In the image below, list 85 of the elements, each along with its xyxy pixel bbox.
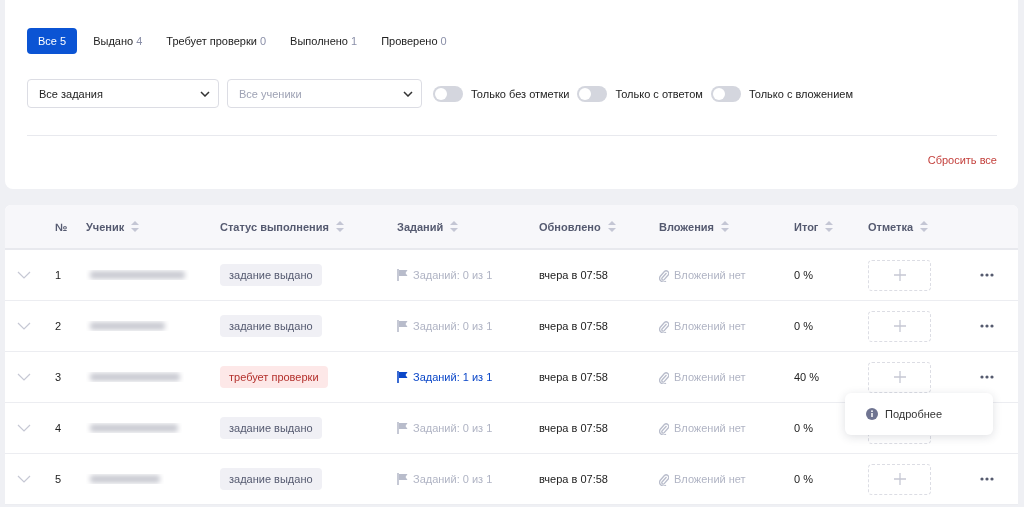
row-number: 3 (55, 371, 63, 383)
sort-icon (920, 221, 929, 232)
attachments-text: Вложений нет (674, 320, 746, 332)
row-number: 5 (55, 473, 63, 485)
row-number: 2 (55, 320, 63, 332)
updated-time: вчера в 07:58 (539, 269, 609, 281)
add-grade-button[interactable] (868, 259, 931, 291)
chevron-down-icon (403, 90, 413, 97)
reset-link[interactable]: Сбросить все (927, 154, 997, 166)
column-header[interactable]: Итог (794, 220, 819, 233)
updated-time: вчера в 07:58 (539, 371, 609, 383)
attachments-text: Вложений нет (674, 371, 746, 383)
toggle-switch[interactable] (710, 85, 741, 102)
chevron-down-icon[interactable] (17, 271, 31, 279)
total-score: 40 % (794, 371, 821, 383)
row-number: 4 (55, 422, 63, 434)
column-header[interactable]: Отметка (868, 220, 914, 233)
filter-tab[interactable]: Все 5 (27, 28, 78, 54)
attachments-text: Вложений нет (674, 473, 746, 485)
status-badge: задание выдано (220, 417, 322, 439)
paperclip-icon (659, 421, 669, 435)
column-header[interactable]: Заданий (397, 220, 444, 233)
column-header[interactable]: Статус выполнения (220, 220, 329, 233)
status-badge: задание выдано (220, 315, 322, 337)
add-grade-button[interactable] (868, 463, 931, 495)
status-badge: требует проверки (220, 366, 328, 388)
total-score: 0 % (794, 269, 814, 281)
attachments-text: Вложений нет (674, 422, 746, 434)
more-icon[interactable] (980, 477, 994, 481)
column-header[interactable]: Вложения (659, 220, 714, 233)
toggle-label: Только с вложением (748, 87, 853, 100)
toggle-switch[interactable] (577, 85, 608, 102)
updated-time: вчера в 07:58 (539, 320, 609, 332)
column-header: № (55, 220, 69, 233)
paperclip-icon (659, 319, 669, 333)
sort-icon (131, 221, 140, 232)
more-icon[interactable] (980, 375, 994, 379)
more-icon[interactable] (980, 324, 994, 328)
column-header[interactable]: Ученик (86, 220, 125, 233)
filter-tab[interactable]: Проверено 0 (373, 28, 455, 54)
tasks-count: Заданий: 0 из 1 (413, 320, 493, 332)
plus-icon (893, 473, 906, 485)
column-header[interactable]: Обновлено (539, 220, 601, 233)
updated-time: вчера в 07:58 (539, 473, 609, 485)
plus-icon (893, 371, 906, 383)
status-badge: задание выдано (220, 468, 322, 490)
menu-label: Подробнее (885, 408, 943, 420)
paperclip-icon (659, 370, 669, 384)
tasks-count: Заданий: 0 из 1 (413, 269, 493, 281)
total-score: 0 % (794, 320, 814, 332)
plus-icon (893, 320, 906, 332)
chevron-down-icon[interactable] (17, 373, 31, 381)
chevron-down-icon[interactable] (17, 475, 31, 483)
add-grade-button[interactable] (868, 361, 931, 393)
total-score: 0 % (794, 422, 814, 434)
toggle-label: Только без отметки (471, 87, 570, 100)
attachments-text: Вложений нет (674, 269, 746, 281)
task-select[interactable]: Все задания (27, 79, 219, 108)
toggle-switch[interactable] (433, 85, 463, 102)
filter-tab[interactable]: Выполнено 1 (282, 28, 366, 54)
total-score: 0 % (794, 473, 814, 485)
sort-icon (720, 221, 729, 232)
tasks-count: Заданий: 0 из 1 (413, 422, 493, 434)
toggle-label: Только с ответом (615, 87, 703, 100)
tasks-count[interactable]: Заданий: 1 из 1 (413, 371, 493, 383)
chevron-down-icon[interactable] (17, 322, 31, 330)
filter-tab[interactable]: Выдано 4 (85, 28, 151, 54)
paperclip-icon (659, 472, 669, 486)
row-number: 1 (55, 269, 63, 281)
menu-item[interactable]: Подробнее (845, 408, 964, 420)
status-badge: задание выдано (220, 264, 322, 286)
add-grade-button[interactable] (868, 310, 931, 342)
info-icon (866, 408, 878, 420)
chevron-down-icon (200, 90, 210, 97)
chevron-down-icon[interactable] (17, 424, 31, 432)
sort-icon (607, 221, 616, 232)
more-icon[interactable] (980, 273, 994, 277)
tasks-count: Заданий: 0 из 1 (413, 473, 493, 485)
paperclip-icon (659, 268, 669, 282)
updated-time: вчера в 07:58 (539, 422, 609, 434)
sort-icon (335, 221, 344, 232)
plus-icon (893, 269, 906, 281)
sort-icon (450, 221, 459, 232)
sort-icon (825, 221, 834, 232)
filter-tab[interactable]: Требует проверки 0 (158, 28, 275, 54)
